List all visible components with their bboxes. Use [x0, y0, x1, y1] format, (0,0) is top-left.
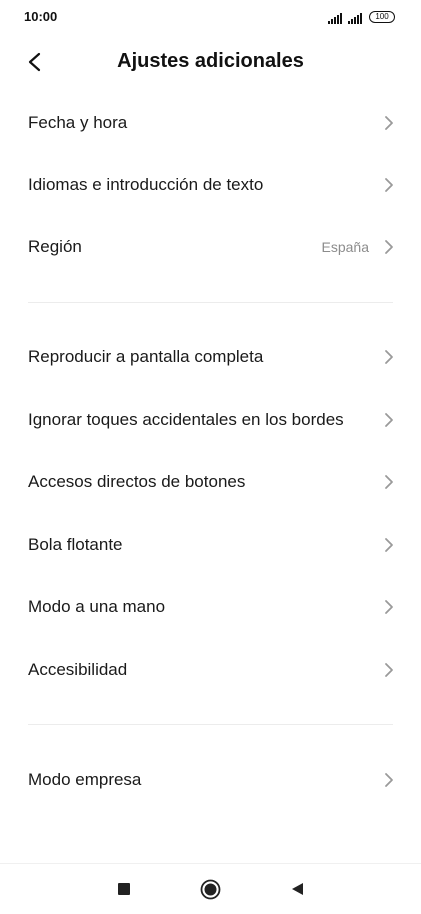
- battery-icon: 100: [369, 11, 395, 23]
- recents-square-icon: [118, 883, 130, 895]
- settings-item-floating-ball[interactable]: Bola flotante: [0, 514, 421, 576]
- settings-item-region[interactable]: Región España: [0, 216, 421, 278]
- settings-item-label: Accesibilidad: [28, 660, 128, 679]
- signal-icon: [328, 12, 345, 24]
- back-triangle-icon: [292, 883, 303, 895]
- chevron-right-icon: [385, 600, 393, 614]
- settings-item-value: España: [321, 239, 369, 255]
- settings-item-label: Ignorar toques accidentales en los borde…: [28, 410, 344, 429]
- settings-item-edge-touches[interactable]: Ignorar toques accidentales en los borde…: [0, 389, 421, 451]
- settings-item-label: Idiomas e introducción de texto: [28, 175, 264, 194]
- header: Ajustes adicionales: [0, 40, 421, 84]
- chevron-right-icon: [385, 240, 393, 254]
- page-title: Ajustes adicionales: [117, 50, 304, 72]
- settings-item-label: Bola flotante: [28, 535, 123, 554]
- chevron-right-icon: [385, 475, 393, 489]
- settings-item-one-hand[interactable]: Modo a una mano: [0, 576, 421, 638]
- chevron-right-icon: [385, 116, 393, 130]
- settings-item-enterprise-mode[interactable]: Modo empresa: [0, 749, 421, 811]
- status-bar: 10:00 100: [0, 0, 421, 36]
- settings-item-date-time[interactable]: Fecha y hora: [0, 92, 421, 154]
- back-nav-button[interactable]: [289, 881, 305, 897]
- status-time: 10:00: [24, 9, 58, 24]
- settings-item-button-shortcuts[interactable]: Accesos directos de botones: [0, 451, 421, 513]
- settings-item-accessibility[interactable]: Accesibilidad: [0, 639, 421, 701]
- settings-item-label: Región: [28, 237, 82, 256]
- chevron-right-icon: [385, 773, 393, 787]
- chevron-right-icon: [385, 663, 393, 677]
- settings-item-fullscreen[interactable]: Reproducir a pantalla completa: [0, 326, 421, 388]
- chevron-right-icon: [385, 350, 393, 364]
- chevron-right-icon: [385, 413, 393, 427]
- settings-item-languages[interactable]: Idiomas e introducción de texto: [0, 154, 421, 216]
- chevron-right-icon: [385, 178, 393, 192]
- signal-icon: [348, 12, 365, 24]
- section-divider: [28, 302, 393, 303]
- settings-item-label: Accesos directos de botones: [28, 472, 246, 491]
- settings-item-label: Reproducir a pantalla completa: [28, 347, 264, 366]
- navigation-bar: [0, 863, 421, 914]
- home-circle-icon: [200, 879, 221, 900]
- chevron-right-icon: [385, 538, 393, 552]
- settings-item-label: Modo a una mano: [28, 597, 166, 616]
- recents-button[interactable]: [117, 882, 131, 896]
- home-button[interactable]: [200, 879, 221, 900]
- battery-level: 100: [375, 12, 389, 21]
- settings-item-label: Modo empresa: [28, 770, 142, 789]
- section-divider: [28, 724, 393, 725]
- settings-item-label: Fecha y hora: [28, 113, 128, 132]
